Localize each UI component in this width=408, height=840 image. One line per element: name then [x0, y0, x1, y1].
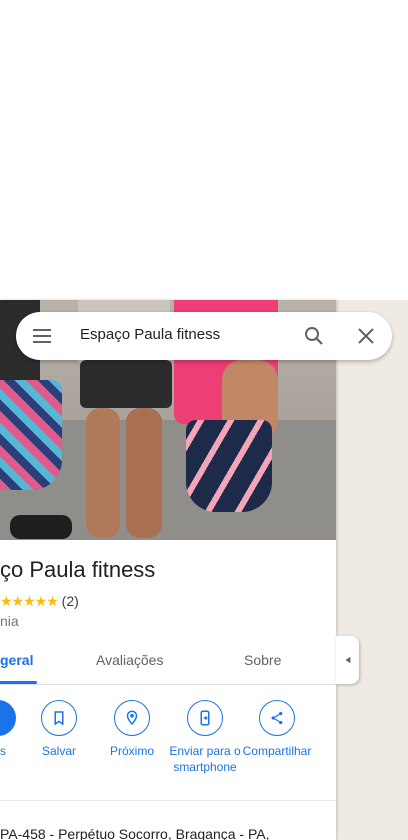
- search-bar: Espaço Paula fitness: [16, 312, 392, 360]
- close-icon[interactable]: [354, 324, 378, 348]
- rating-row[interactable]: ★★★★★ (2): [0, 593, 79, 610]
- search-input[interactable]: Espaço Paula fitness: [80, 326, 220, 343]
- send-to-phone-icon: [187, 700, 223, 736]
- search-icon[interactable]: [302, 324, 326, 348]
- place-address[interactable]: PA-458 - Perpétuo Socorro, Bragança - PA…: [0, 826, 270, 840]
- active-tab-indicator: [0, 681, 37, 684]
- place-title: ço Paula fitness: [0, 557, 156, 582]
- divider: [0, 800, 336, 801]
- tab-overview[interactable]: geral: [0, 652, 33, 668]
- map-canvas[interactable]: [336, 300, 408, 840]
- collapse-panel-button[interactable]: [336, 636, 359, 684]
- save-button[interactable]: Salvar: [23, 700, 95, 759]
- place-panel: ço Paula fitness ★★★★★ (2) nia geral Ava…: [0, 300, 336, 840]
- nearby-icon: [114, 700, 150, 736]
- star-rating-icon: ★★★★★: [0, 593, 59, 609]
- action-buttons: s Salvar Próximo Enviar para o smartphon…: [0, 700, 336, 800]
- nearby-button[interactable]: Próximo: [96, 700, 168, 759]
- tab-bar: geral Avaliações Sobre: [0, 646, 336, 685]
- blank-area: [0, 0, 408, 300]
- place-category[interactable]: nia: [0, 613, 19, 629]
- directions-button[interactable]: s: [0, 700, 16, 759]
- directions-icon: [0, 700, 16, 736]
- menu-icon[interactable]: [30, 324, 54, 348]
- send-to-phone-button[interactable]: Enviar para o smartphone: [168, 700, 242, 775]
- share-button[interactable]: Compartilhar: [241, 700, 313, 759]
- tab-reviews[interactable]: Avaliações: [96, 652, 163, 668]
- share-icon: [259, 700, 295, 736]
- rating-count: (2): [61, 593, 79, 609]
- bookmark-icon: [41, 700, 77, 736]
- tab-about[interactable]: Sobre: [244, 652, 281, 668]
- caret-left-icon: [345, 656, 350, 664]
